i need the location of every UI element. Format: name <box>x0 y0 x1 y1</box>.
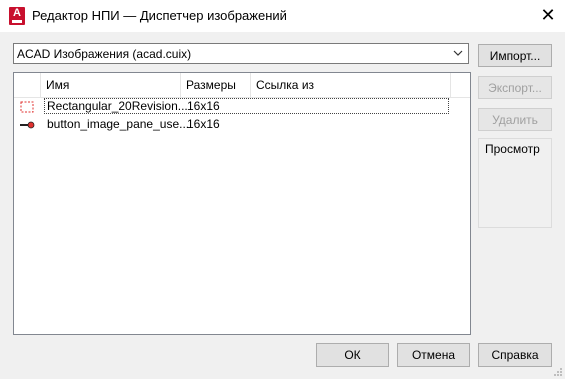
import-button[interactable]: Импорт... <box>478 44 552 67</box>
header-icon-column <box>14 73 41 97</box>
delete-button[interactable]: Удалить <box>478 108 552 131</box>
title-bar: A Редактор НПИ — Диспетчер изображений ✕ <box>0 0 565 32</box>
image-source-value: ACAD Изображения (acad.cuix) <box>17 47 192 61</box>
row-name: button_image_pane_use... <box>47 117 190 131</box>
column-header-reference[interactable]: Ссылка из <box>251 73 451 97</box>
window-title: Редактор НПИ — Диспетчер изображений <box>32 8 287 23</box>
resize-grip-icon[interactable] <box>553 367 563 377</box>
dashed-rectangle-icon <box>20 101 34 113</box>
image-list[interactable]: Имя Размеры Ссылка из Rectangular_20Revi… <box>13 72 471 335</box>
row-name: Rectangular_20Revision... <box>47 99 188 113</box>
close-icon[interactable]: ✕ <box>536 4 560 26</box>
row-size: 16x16 <box>187 117 220 131</box>
cancel-button[interactable]: Отмена <box>397 343 470 367</box>
export-button[interactable]: Экспорт... <box>478 76 552 99</box>
image-source-dropdown[interactable]: ACAD Изображения (acad.cuix) <box>13 43 469 64</box>
chevron-down-icon <box>453 50 463 56</box>
table-row[interactable]: Rectangular_20Revision... 16x16 <box>14 98 470 115</box>
row-size: 16x16 <box>187 99 220 113</box>
help-button[interactable]: Справка <box>478 343 552 367</box>
column-header-name[interactable]: Имя <box>41 73 181 97</box>
tool-pin-icon <box>20 121 35 129</box>
preview-label: Просмотр <box>485 142 540 156</box>
column-header-size[interactable]: Размеры <box>181 73 251 97</box>
autocad-app-icon: A <box>9 7 25 25</box>
ok-button[interactable]: ОК <box>316 343 389 367</box>
app-icon-letter: A <box>13 7 21 19</box>
list-header: Имя Размеры Ссылка из <box>14 73 470 98</box>
table-row[interactable]: button_image_pane_use... 16x16 <box>14 116 470 133</box>
